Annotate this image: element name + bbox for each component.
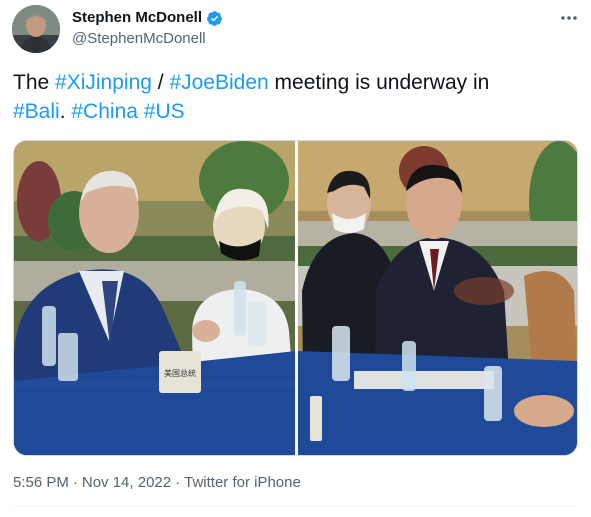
- divider: [13, 506, 578, 507]
- tweet-media-photo[interactable]: 美国总统: [13, 140, 578, 456]
- tweet-text-part: .: [59, 100, 72, 123]
- tweet-source-link[interactable]: Twitter for iPhone: [184, 474, 301, 491]
- more-options-icon[interactable]: [559, 8, 579, 28]
- verified-badge-icon: [206, 10, 223, 27]
- name-placard-text: 美国总统: [164, 368, 196, 378]
- hashtag-us-link[interactable]: #US: [144, 100, 185, 123]
- tweet-time-link[interactable]: 5:56 PM: [13, 474, 69, 491]
- hashtag-bali-link[interactable]: #Bali: [13, 100, 60, 123]
- author-handle[interactable]: @StephenMcDonell: [72, 30, 206, 48]
- tweet-meta: 5:56 PM · Nov 14, 2022 · Twitter for iPh…: [13, 474, 301, 491]
- meta-separator: ·: [175, 474, 181, 491]
- tweet-text-part: meeting is underway in: [268, 71, 490, 94]
- tweet-text-part: /: [151, 71, 170, 94]
- hashtag-joebiden-link[interactable]: #JoeBiden: [169, 71, 268, 94]
- author-name-row: Stephen McDonell: [72, 9, 223, 27]
- meeting-photo: 美国总统: [14, 141, 577, 455]
- meta-separator: ·: [72, 474, 78, 491]
- hashtag-china-link[interactable]: #China: [71, 100, 138, 123]
- tweet-text-part: The: [13, 71, 56, 94]
- author-display-name[interactable]: Stephen McDonell: [72, 9, 202, 27]
- author-avatar[interactable]: [12, 5, 60, 53]
- tweet-date-link[interactable]: Nov 14, 2022: [82, 474, 171, 491]
- tweet-text: The #XiJinping / #JoeBiden meeting is un…: [13, 68, 579, 126]
- hashtag-xijinping-link[interactable]: #XiJinping: [55, 71, 152, 94]
- tweet-card: Stephen McDonell @StephenMcDonell The #X…: [0, 0, 591, 517]
